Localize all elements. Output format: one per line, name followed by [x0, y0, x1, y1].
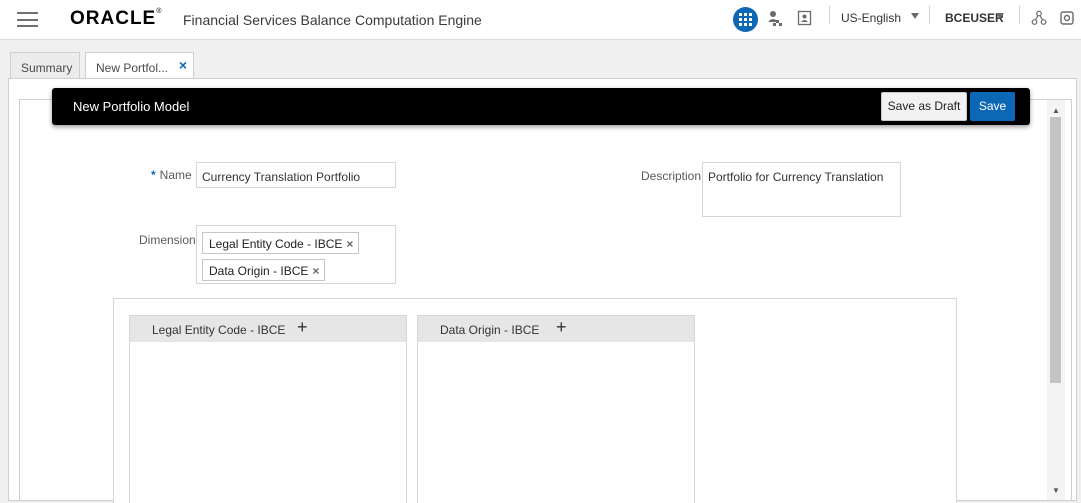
remove-chip-icon[interactable]: ×	[346, 237, 353, 251]
language-dropdown-icon[interactable]	[911, 13, 919, 19]
tab-new-portfolio[interactable]: New Portfol... ×	[85, 52, 194, 81]
tab-new-portfolio-label: New Portfol...	[96, 61, 169, 75]
header-divider	[929, 6, 930, 24]
dimension-chip-label: Legal Entity Code - IBCE	[209, 237, 343, 251]
save-as-draft-button[interactable]: Save as Draft	[881, 92, 967, 121]
sitemap-icon[interactable]	[1031, 10, 1051, 30]
scroll-up-icon[interactable]: ▲	[1052, 106, 1060, 115]
hamburger-menu-icon[interactable]	[17, 12, 38, 27]
language-selector[interactable]: US-English	[841, 11, 901, 25]
add-member-icon[interactable]: +	[297, 317, 308, 338]
app-title: Financial Services Balance Computation E…	[183, 12, 482, 28]
dimension-panel-data-origin: Data Origin - IBCE +	[417, 315, 695, 503]
required-marker: *	[151, 168, 156, 182]
description-textarea[interactable]: Portfolio for Currency Translation	[702, 162, 901, 217]
user-dropdown-icon[interactable]	[996, 13, 1004, 19]
tab-close-icon[interactable]: ×	[179, 57, 187, 73]
dimension-multiselect[interactable]: Legal Entity Code - IBCE × Data Origin - …	[196, 225, 396, 284]
logout-icon[interactable]	[1059, 10, 1079, 30]
app-header: ORACLE® Financial Services Balance Compu…	[0, 0, 1081, 40]
scrollbar-thumb[interactable]	[1050, 117, 1061, 383]
remove-chip-icon[interactable]: ×	[312, 264, 319, 278]
dimension-label: Dimension	[139, 233, 196, 247]
dimension-panel-header: Data Origin - IBCE +	[418, 316, 694, 342]
contact-card-icon[interactable]	[797, 10, 817, 30]
dimension-chip-label: Data Origin - IBCE	[209, 264, 309, 278]
name-input[interactable]: Currency Translation Portfolio	[196, 162, 396, 188]
user-menu[interactable]: BCEUSER	[945, 11, 1004, 25]
dimension-panel-title: Data Origin - IBCE	[440, 323, 540, 337]
user-hierarchy-icon[interactable]	[767, 10, 787, 30]
scroll-down-icon[interactable]: ▼	[1052, 486, 1060, 495]
apps-grid-icon[interactable]	[733, 7, 758, 32]
dimension-chip: Data Origin - IBCE ×	[202, 259, 326, 281]
tab-summary[interactable]: Summary	[10, 52, 80, 80]
dimension-panel-header: Legal Entity Code - IBCE +	[130, 316, 406, 342]
description-label: Description	[641, 169, 702, 183]
save-button[interactable]: Save	[970, 92, 1015, 121]
header-divider	[829, 6, 830, 24]
page-title: New Portfolio Model	[73, 99, 190, 114]
dimension-panel-legal-entity: Legal Entity Code - IBCE +	[129, 315, 407, 503]
add-member-icon[interactable]: +	[556, 317, 567, 338]
name-label: * Name	[151, 168, 192, 182]
vertical-scrollbar[interactable]: ▲ ▼	[1047, 100, 1065, 500]
oracle-logo: ORACLE®	[70, 8, 162, 29]
header-divider	[1019, 6, 1020, 24]
dimension-panel-title: Legal Entity Code - IBCE	[152, 323, 286, 337]
page-toolbar: New Portfolio Model Save as Draft Save	[52, 88, 1030, 125]
dimension-chip: Legal Entity Code - IBCE ×	[202, 232, 360, 254]
tab-summary-label: Summary	[21, 61, 73, 75]
